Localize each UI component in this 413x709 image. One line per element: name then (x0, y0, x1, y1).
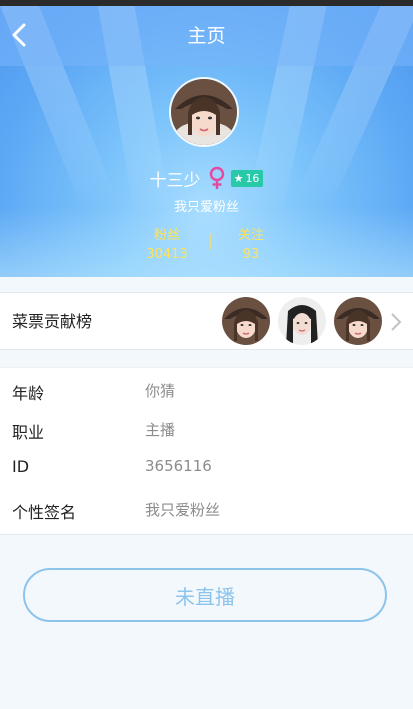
profile-info-list: 年龄 你猜 职业 主播 ID 3656116 个性签名 我只爱粉丝 (0, 367, 413, 535)
profile-signature: 我只爱粉丝 (173, 200, 239, 215)
contribution-ranking-row[interactable]: 菜票贡献榜 (0, 292, 413, 350)
navbar: 主页 (0, 6, 413, 66)
live-status-button[interactable]: 未直播 (23, 568, 387, 622)
level-badge: ★ 16 (230, 169, 264, 187)
page-title: 主页 (187, 25, 226, 47)
level-value: 16 (245, 171, 260, 185)
info-value: 主播 (145, 421, 176, 439)
info-value: 你猜 (145, 382, 176, 400)
profile-name-row: 十三少 ★ 16 (0, 165, 413, 191)
contributor-avatar[interactable] (278, 297, 326, 345)
info-key: 个性签名 (12, 503, 77, 522)
contributor-avatar[interactable] (222, 297, 270, 345)
info-key: 职业 (12, 423, 45, 442)
info-value: 3656116 (145, 457, 212, 475)
chevron-right-icon (389, 312, 403, 332)
info-row-id: ID 3656116 (0, 457, 413, 481)
info-key: 年龄 (12, 384, 45, 403)
info-row-signature: 个性签名 我只爱粉丝 (0, 499, 413, 523)
fans-value: 30413 (146, 247, 188, 262)
contributor-avatar[interactable] (334, 297, 382, 345)
info-value: 我只爱粉丝 (145, 501, 221, 519)
contribution-label: 菜票贡献榜 (12, 312, 93, 331)
nickname: 十三少 (149, 170, 201, 191)
info-row-age: 年龄 你猜 (0, 380, 413, 404)
follow-value: 93 (242, 247, 260, 262)
fans-stat[interactable]: 粉丝 30413 (127, 224, 207, 262)
follow-stat[interactable]: 关注 93 (211, 224, 291, 262)
fans-label: 粉丝 (153, 228, 180, 243)
female-icon (207, 166, 227, 190)
info-row-occupation: 职业 主播 (0, 419, 413, 443)
info-key: ID (12, 457, 30, 476)
avatar[interactable] (169, 77, 239, 147)
follow-label: 关注 (237, 228, 264, 243)
star-icon: ★ (233, 171, 244, 185)
